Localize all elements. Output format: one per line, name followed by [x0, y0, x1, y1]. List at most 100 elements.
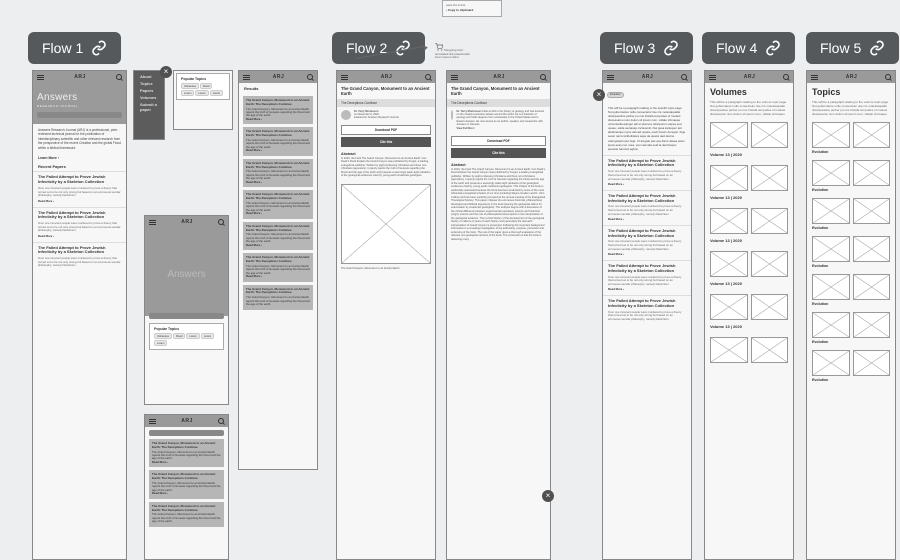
- logo[interactable]: ARJ: [381, 74, 393, 80]
- logo[interactable]: ARJ: [493, 74, 505, 80]
- thumb[interactable]: [812, 198, 850, 224]
- result-item[interactable]: The Grand Canyon, Monument to an Ancient…: [243, 96, 313, 124]
- thumb[interactable]: [751, 165, 789, 191]
- chip[interactable]: Flood: [200, 83, 213, 89]
- search-icon[interactable]: [681, 74, 687, 80]
- search-field[interactable]: [149, 313, 224, 319]
- paper-item[interactable]: The Failed Attempt to Prove Jewish Infec…: [603, 295, 691, 324]
- thumb[interactable]: [710, 165, 748, 191]
- thumb[interactable]: [812, 236, 850, 262]
- thumb[interactable]: [710, 208, 748, 234]
- thumb[interactable]: [853, 236, 891, 262]
- thumb[interactable]: [853, 122, 891, 148]
- read-more[interactable]: Read More ›: [246, 244, 310, 247]
- read-more[interactable]: Read More ›: [608, 253, 686, 257]
- result-item[interactable]: The Grand Canyon, Monument to an Ancient…: [243, 190, 313, 218]
- thumb[interactable]: [812, 274, 850, 300]
- volume-label[interactable]: Volume 13 | 2020: [705, 279, 793, 292]
- result-item[interactable]: The Grand Canyon, Monument to an Ancient…: [149, 439, 224, 467]
- read-more[interactable]: Read More ›: [608, 183, 686, 187]
- hamburger-icon[interactable]: [709, 75, 716, 80]
- search-icon[interactable]: [425, 74, 431, 80]
- volume-label[interactable]: Volume 13 | 2020: [705, 322, 793, 335]
- paper-item[interactable]: The Failed Attempt to Prove Jewish Infec…: [603, 225, 691, 260]
- topic-label[interactable]: Evolution: [807, 226, 895, 234]
- thumb[interactable]: [710, 337, 748, 363]
- chip[interactable]: Lorem: [195, 90, 208, 96]
- thumb[interactable]: [710, 251, 748, 277]
- thumb[interactable]: [751, 251, 789, 277]
- thumb[interactable]: [853, 312, 891, 338]
- menu-item[interactable]: About: [140, 74, 158, 79]
- topic-label[interactable]: Evolution: [807, 150, 895, 158]
- thumb[interactable]: [853, 160, 891, 186]
- thumb[interactable]: [853, 198, 891, 224]
- read-more[interactable]: Read More ›: [246, 149, 310, 152]
- thumb[interactable]: [710, 294, 748, 320]
- topic-label[interactable]: Evolution: [807, 302, 895, 310]
- result-item[interactable]: The Grand Canyon, Monument to an Ancient…: [243, 285, 313, 310]
- logo[interactable]: ARJ: [642, 74, 654, 80]
- download-pdf-button[interactable]: Download PDF: [451, 136, 546, 146]
- result-item[interactable]: The Grand Canyon, Monument to an Ancient…: [243, 159, 313, 187]
- result-item[interactable]: The Grand Canyon, Monument to an Ancient…: [149, 502, 224, 527]
- paper-item[interactable]: The Failed Attempt to Prove Jewish Infec…: [603, 260, 691, 295]
- read-more[interactable]: Read More ›: [152, 492, 221, 495]
- paper-item[interactable]: The Failed Attempt to Prove Jewish Infec…: [33, 242, 126, 271]
- thumb[interactable]: [710, 122, 748, 148]
- search-icon[interactable]: [540, 74, 546, 80]
- topic-label[interactable]: Evolution: [807, 378, 895, 386]
- logo[interactable]: ARJ: [181, 418, 193, 424]
- learn-more-link[interactable]: Learn More ›: [33, 154, 126, 162]
- result-item[interactable]: The Grand Canyon, Monument to an Ancient…: [149, 470, 224, 498]
- read-more[interactable]: Read More ›: [38, 235, 121, 239]
- hamburger-icon[interactable]: [149, 419, 156, 424]
- paper-item[interactable]: The Failed Attempt to Prove Jewish Infec…: [603, 190, 691, 225]
- search-field[interactable]: [149, 430, 224, 436]
- read-more[interactable]: Read More ›: [608, 218, 686, 222]
- read-more[interactable]: Read More ›: [38, 200, 121, 204]
- menu-item[interactable]: Papers: [140, 88, 158, 93]
- close-icon[interactable]: ×: [542, 490, 554, 502]
- chip[interactable]: Lorem: [186, 333, 199, 339]
- search-icon[interactable]: [885, 74, 891, 80]
- hamburger-icon[interactable]: [341, 75, 348, 80]
- read-more[interactable]: Read More ›: [246, 275, 310, 278]
- logo[interactable]: ARJ: [846, 74, 858, 80]
- thumb[interactable]: [853, 350, 891, 376]
- logo[interactable]: ARJ: [181, 219, 193, 225]
- thumb[interactable]: [751, 208, 789, 234]
- hamburger-icon[interactable]: [149, 220, 156, 225]
- menu-item[interactable]: Volumes: [140, 95, 158, 100]
- chip[interactable]: Volcanoes: [154, 333, 172, 339]
- search-icon[interactable]: [218, 219, 224, 225]
- search-icon[interactable]: [116, 74, 122, 80]
- topic-label[interactable]: Evolution: [807, 264, 895, 272]
- cite-button[interactable]: Cite this: [451, 148, 546, 158]
- flow-tab-1[interactable]: Flow 1: [28, 32, 121, 64]
- download-pdf-button[interactable]: Download PDF: [341, 125, 431, 135]
- read-more[interactable]: Read More ›: [246, 118, 310, 121]
- read-more[interactable]: Read More ›: [608, 288, 686, 292]
- paper-item[interactable]: The Failed Attempt to Prove Jewish Infec…: [33, 171, 126, 206]
- thumb[interactable]: [853, 274, 891, 300]
- chip[interactable]: Lorem: [154, 340, 167, 346]
- volume-label[interactable]: Volume 13 | 2020: [705, 193, 793, 206]
- search-icon[interactable]: [307, 74, 313, 80]
- flow-tab-4[interactable]: Flow 4: [702, 32, 795, 64]
- chip[interactable]: Lorem: [210, 90, 223, 96]
- menu-item[interactable]: Submit a paper: [140, 102, 158, 112]
- logo[interactable]: ARJ: [744, 74, 756, 80]
- thumb[interactable]: [812, 312, 850, 338]
- chip[interactable]: Lorem: [181, 90, 194, 96]
- menu-item[interactable]: Topics: [140, 81, 158, 86]
- thumb[interactable]: [812, 122, 850, 148]
- logo[interactable]: ARJ: [273, 74, 285, 80]
- thumb[interactable]: [812, 350, 850, 376]
- volume-label[interactable]: Volume 13 | 2020: [705, 150, 793, 163]
- paper-item[interactable]: The Failed Attempt to Prove Jewish Infec…: [33, 207, 126, 242]
- result-item[interactable]: The Grand Canyon, Monument to an Ancient…: [243, 222, 313, 250]
- paper-item[interactable]: The Failed Attempt to Prove Jewish Infec…: [603, 155, 691, 190]
- thumb[interactable]: [751, 122, 789, 148]
- close-icon[interactable]: ×: [160, 66, 172, 78]
